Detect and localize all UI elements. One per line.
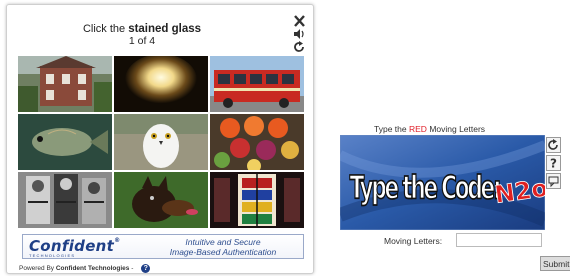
progress-counter: 1 of 4 xyxy=(128,35,156,47)
moving-letters-input[interactable] xyxy=(456,233,542,247)
brand-tagline: Intuitive and Secure Image-Based Authent… xyxy=(148,237,298,257)
powered-sep: - xyxy=(131,265,134,273)
image-tile-owl[interactable] xyxy=(114,114,208,170)
captcha-tools xyxy=(293,15,307,54)
text-captcha-tools: ? xyxy=(546,137,562,191)
instr-suffix: Moving Letters xyxy=(429,124,486,134)
brand-banner: Confident® TECHNOLOGIES Intuitive and Se… xyxy=(22,234,304,259)
tagline-line-1: Intuitive and Secure xyxy=(185,237,261,247)
captcha-code-image: Type the Code: N2o xyxy=(340,135,545,230)
captcha-instruction: Click the stained glass 1 of 4 xyxy=(7,23,277,47)
image-tile-fruit[interactable] xyxy=(210,114,304,170)
submit-button[interactable]: Submit xyxy=(540,256,570,271)
text-captcha-instruction: Type the RED Moving Letters xyxy=(374,124,485,134)
image-tile-lamp[interactable] xyxy=(114,56,208,112)
comment-icon[interactable] xyxy=(546,173,561,189)
audio-icon[interactable] xyxy=(293,28,307,41)
refresh-icon[interactable] xyxy=(546,137,561,153)
target-word: stained glass xyxy=(128,23,202,35)
image-tile-house[interactable] xyxy=(18,56,112,112)
image-tile-bus[interactable] xyxy=(210,56,304,112)
close-icon[interactable] xyxy=(293,15,307,28)
logo-subtext: TECHNOLOGIES xyxy=(29,253,76,258)
instruction-prefix: Click the xyxy=(82,23,126,35)
help-icon[interactable]: ? xyxy=(546,155,561,171)
tagline-line-2: Image-Based Authentication xyxy=(169,247,277,257)
image-tile-bw-figures[interactable] xyxy=(18,172,112,228)
instr-prefix: Type the xyxy=(374,124,407,134)
instr-red-word: RED xyxy=(408,124,427,134)
powered-company: Confident Technologies xyxy=(55,265,130,273)
image-captcha-widget: Click the stained glass 1 of 4 Confident… xyxy=(6,4,314,274)
code-text: Type the Code: xyxy=(350,169,502,207)
image-tile-fish[interactable] xyxy=(18,114,112,170)
image-tile-dog[interactable] xyxy=(114,172,208,228)
refresh-icon[interactable] xyxy=(293,41,307,54)
help-icon[interactable]: ? xyxy=(141,264,151,273)
powered-by: Powered By Confident Technologies - ? xyxy=(19,264,151,273)
powered-prefix: Powered By xyxy=(19,265,55,273)
moving-letters-label: Moving Letters: xyxy=(384,236,443,246)
svg-text:?: ? xyxy=(550,157,557,171)
image-tile-stained-glass[interactable] xyxy=(210,172,304,228)
image-grid xyxy=(18,56,304,228)
